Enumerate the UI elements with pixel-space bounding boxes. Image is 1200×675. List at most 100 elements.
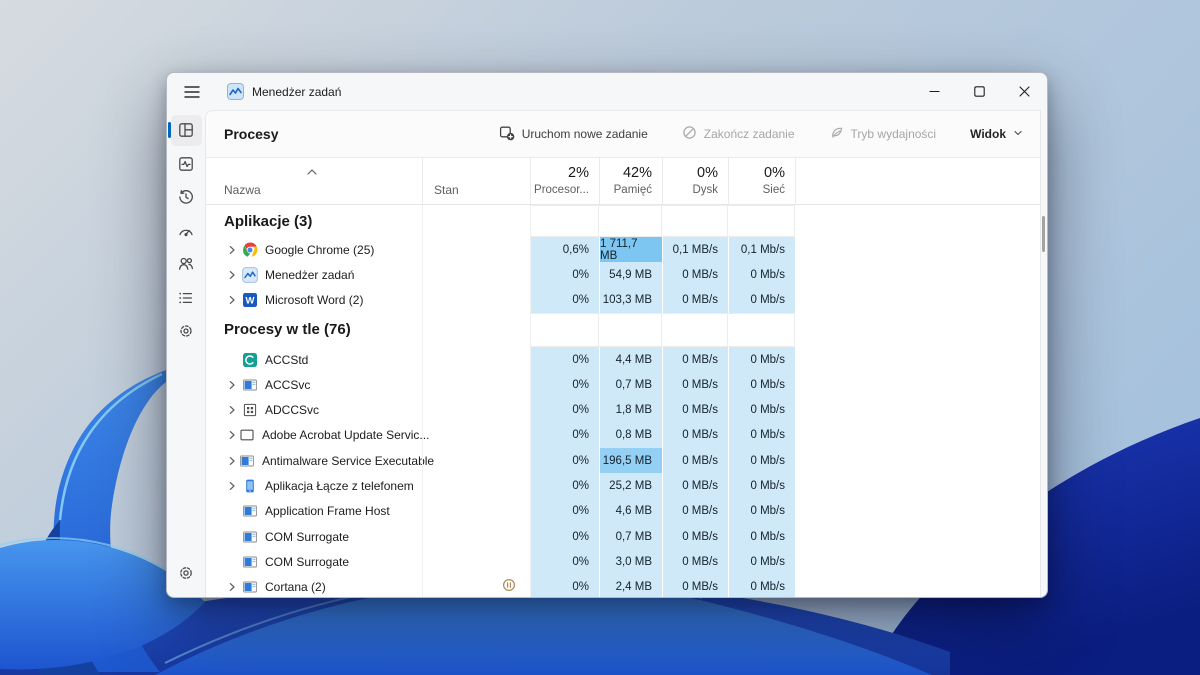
- expand-chevron-icon[interactable]: [226, 404, 241, 416]
- process-row[interactable]: ADCCSvc0%1,8 MB0 MB/s0 Mb/s: [206, 397, 1040, 422]
- efficiency-mode-button[interactable]: Tryb wydajności: [820, 118, 946, 150]
- content-card: Procesy Uruchom nowe zadanie Zakończ zad…: [205, 110, 1041, 597]
- cpu-cell: 0%: [530, 372, 599, 397]
- network-cell: 0 Mb/s: [728, 575, 795, 597]
- memory-cell: 54,9 MB: [599, 262, 662, 287]
- network-cell: 0 Mb/s: [728, 372, 795, 397]
- table-header: Nazwa Stan 2% Procesor... 42% Pamięć 0% …: [206, 158, 1040, 205]
- memory-cell: 2,4 MB: [599, 575, 662, 597]
- disk-cell: 0 MB/s: [662, 262, 728, 287]
- window-controls: [912, 73, 1047, 110]
- process-row[interactable]: Google Chrome (25)0,6%1 711,7 MB0,1 MB/s…: [206, 237, 1040, 262]
- frame-app-icon: [239, 427, 255, 443]
- process-name: Google Chrome (25): [265, 243, 374, 257]
- cpu-cell: 0%: [530, 575, 599, 597]
- column-header-cpu[interactable]: 2% Procesor...: [530, 158, 599, 204]
- process-name-cell: Adobe Acrobat Update Servic...: [206, 423, 422, 448]
- sidebar-item-details[interactable]: [171, 282, 202, 313]
- section-heat-strip: [530, 313, 795, 347]
- menu-button[interactable]: [179, 79, 205, 105]
- run-new-task-button[interactable]: Uruchom nowe zadanie: [490, 118, 657, 151]
- sidebar-item-services[interactable]: [171, 316, 202, 347]
- column-header-disk[interactable]: 0% Dysk: [662, 158, 728, 204]
- memory-cell: 0,8 MB: [599, 423, 662, 448]
- view-label: Widok: [970, 127, 1006, 141]
- column-header-network[interactable]: 0% Sieć: [728, 158, 795, 204]
- column-header-status[interactable]: Stan: [434, 183, 459, 197]
- cpu-cell: 0%: [530, 473, 599, 498]
- disk-cell: 0 MB/s: [662, 397, 728, 422]
- process-name-cell: Antimalware Service Executable: [206, 448, 422, 473]
- disk-cell: 0 MB/s: [662, 372, 728, 397]
- process-name-cell: Cortana (2): [206, 575, 422, 597]
- process-row[interactable]: Cortana (2)0%2,4 MB0 MB/s0 Mb/s: [206, 575, 1040, 597]
- efficiency-mode-label: Tryb wydajności: [851, 127, 937, 141]
- process-row[interactable]: COM Surrogate0%3,0 MB0 MB/s0 Mb/s: [206, 549, 1040, 574]
- process-row[interactable]: ACCSvc0%0,7 MB0 MB/s0 Mb/s: [206, 372, 1040, 397]
- section-heat-strip: [530, 205, 795, 237]
- memory-total: 42%: [599, 165, 652, 182]
- toolbar: Procesy Uruchom nowe zadanie Zakończ zad…: [206, 111, 1040, 158]
- minimize-button[interactable]: [912, 73, 957, 110]
- expand-chevron-icon[interactable]: [226, 244, 241, 256]
- expand-chevron-icon[interactable]: [226, 480, 241, 492]
- network-cell: 0 Mb/s: [728, 262, 795, 287]
- sidebar-item-performance[interactable]: [171, 148, 202, 179]
- page-title: Procesy: [224, 126, 278, 142]
- expand-chevron-icon[interactable]: [226, 294, 241, 306]
- process-row[interactable]: COM Surrogate0%0,7 MB0 MB/s0 Mb/s: [206, 524, 1040, 549]
- process-name-cell: Menedżer zadań: [206, 262, 422, 287]
- sidebar-item-app-history[interactable]: [171, 182, 202, 213]
- process-row[interactable]: Aplikacja Łącze z telefonem0%25,2 MB0 MB…: [206, 473, 1040, 498]
- process-row[interactable]: ACCStd0%4,4 MB0 MB/s0 Mb/s: [206, 347, 1040, 372]
- process-row[interactable]: Adobe Acrobat Update Servic...0%0,8 MB0 …: [206, 423, 1040, 448]
- process-rows: Aplikacje (3)Google Chrome (25)0,6%1 711…: [206, 205, 1040, 597]
- network-cell: 0 Mb/s: [728, 397, 795, 422]
- window-app-icon: [242, 554, 258, 570]
- memory-cell: 3,0 MB: [599, 549, 662, 574]
- process-name-cell: ACCSvc: [206, 372, 422, 397]
- column-header-memory[interactable]: 42% Pamięć: [599, 158, 662, 204]
- view-dropdown-button[interactable]: Widok: [961, 120, 1032, 148]
- sidebar-item-startup-apps[interactable]: [171, 215, 202, 246]
- window-app-icon: [242, 529, 258, 545]
- process-name: Adobe Acrobat Update Servic...: [262, 428, 429, 442]
- svg-text:W: W: [246, 296, 255, 307]
- network-cell: 0 Mb/s: [728, 347, 795, 372]
- end-task-label: Zakończ zadanie: [704, 127, 795, 141]
- process-name-cell: Google Chrome (25): [206, 237, 422, 262]
- task-manager-window: Menedżer zadań: [166, 72, 1048, 598]
- process-row[interactable]: WMicrosoft Word (2)0%103,3 MB0 MB/s0 Mb/…: [206, 288, 1040, 313]
- scrollbar-thumb[interactable]: [1042, 216, 1045, 252]
- expand-chevron-icon[interactable]: [226, 379, 241, 391]
- sidebar-item-users[interactable]: [171, 249, 202, 280]
- expand-chevron-icon[interactable]: [226, 429, 238, 441]
- process-row[interactable]: Application Frame Host0%4,6 MB0 MB/s0 Mb…: [206, 499, 1040, 524]
- process-name: Aplikacja Łącze z telefonem: [265, 479, 414, 493]
- maximize-button[interactable]: [957, 73, 1002, 110]
- end-task-button[interactable]: Zakończ zadanie: [673, 118, 804, 150]
- expand-chevron-icon[interactable]: [226, 455, 238, 467]
- section-header-row[interactable]: Aplikacje (3): [206, 205, 1040, 237]
- process-row[interactable]: Menedżer zadań0%54,9 MB0 MB/s0 Mb/s: [206, 262, 1040, 287]
- sidebar-item-processes[interactable]: [171, 115, 202, 146]
- expand-chevron-icon[interactable]: [226, 581, 241, 593]
- section-header-row[interactable]: Procesy w tle (76): [206, 313, 1040, 347]
- sidebar-item-settings[interactable]: [171, 558, 202, 589]
- sidebar: [167, 110, 205, 597]
- window-body: Procesy Uruchom nowe zadanie Zakończ zad…: [167, 110, 1047, 597]
- status-cell: [422, 473, 530, 498]
- status-cell: [422, 372, 530, 397]
- cpu-cell: 0%: [530, 549, 599, 574]
- memory-cell: 4,4 MB: [599, 347, 662, 372]
- cpu-cell: 0%: [530, 423, 599, 448]
- column-header-name[interactable]: Nazwa: [224, 183, 261, 197]
- status-cell: [422, 448, 530, 473]
- status-cell: [422, 423, 530, 448]
- close-button[interactable]: [1002, 73, 1047, 110]
- expand-chevron-icon[interactable]: [226, 269, 241, 281]
- process-row[interactable]: Antimalware Service Executable0%196,5 MB…: [206, 448, 1040, 473]
- status-cell: [422, 549, 530, 574]
- status-cell: [422, 575, 530, 597]
- process-name: Microsoft Word (2): [265, 293, 363, 307]
